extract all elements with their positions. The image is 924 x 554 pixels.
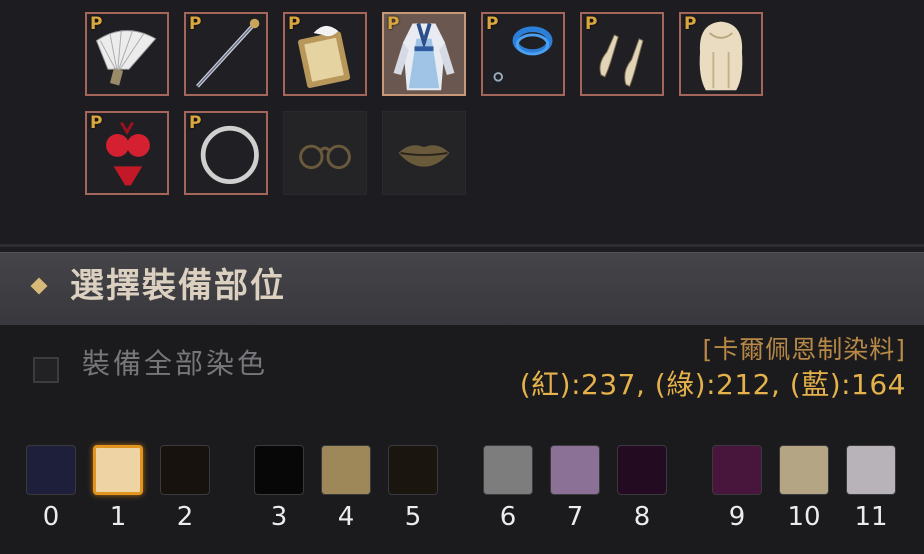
swatch-number: 1 [109, 502, 127, 532]
equipment-slot-bikini[interactable]: P [85, 111, 169, 195]
dye-name: [卡爾佩恩制染料] [702, 335, 906, 364]
swatch-number: 10 [787, 502, 821, 532]
equipment-slot-bracelet[interactable]: P [481, 12, 565, 96]
p-badge: P [90, 113, 103, 133]
dye-rgb-values: (紅):237, (綠):212, (藍):164 [519, 368, 906, 401]
p-badge: P [189, 113, 202, 133]
color-swatch-10[interactable] [779, 445, 829, 495]
p-badge: P [90, 14, 103, 34]
swatch-number: 6 [499, 502, 517, 532]
swatch-number: 3 [270, 502, 288, 532]
swatch-number: 5 [404, 502, 422, 532]
swatch-number: 2 [176, 502, 194, 532]
swatch-number: 8 [633, 502, 651, 532]
equipment-slot-lips[interactable] [382, 111, 466, 195]
p-badge: P [585, 14, 598, 34]
dye-all-label: 裝備全部染色 [82, 347, 269, 380]
color-swatch-7[interactable] [550, 445, 600, 495]
swatch-number: 9 [728, 502, 746, 532]
equipment-slot-staff[interactable]: P [184, 12, 268, 96]
swatch-number: 11 [854, 502, 888, 532]
swatch-number: 7 [566, 502, 584, 532]
equipment-slot-fan[interactable]: P [85, 12, 169, 96]
lips-icon [398, 145, 450, 167]
p-badge: P [189, 14, 202, 34]
glasses-icon [299, 144, 351, 170]
equipment-slot-costume[interactable]: P [382, 12, 466, 96]
swatch-number: 4 [337, 502, 355, 532]
color-swatch-6[interactable] [483, 445, 533, 495]
color-swatch-9[interactable] [712, 445, 762, 495]
p-badge: P [486, 14, 499, 34]
color-swatch-1[interactable] [93, 445, 143, 495]
color-swatch-0[interactable] [26, 445, 76, 495]
color-swatch-5[interactable] [388, 445, 438, 495]
equipment-slot-scroll-book[interactable]: P [283, 12, 367, 96]
panel-divider [0, 244, 924, 247]
section-title: 選擇裝備部位 [70, 266, 286, 306]
color-swatch-4[interactable] [321, 445, 371, 495]
equipment-slot-hair[interactable]: P [679, 12, 763, 96]
swatch-number: 0 [42, 502, 60, 532]
color-swatch-11[interactable] [846, 445, 896, 495]
p-badge: P [387, 14, 400, 34]
dye-all-checkbox[interactable] [33, 357, 59, 383]
color-swatch-2[interactable] [160, 445, 210, 495]
equipment-slot-ring[interactable]: P [184, 111, 268, 195]
equipment-slot-shoes[interactable]: P [580, 12, 664, 96]
p-badge: P [288, 14, 301, 34]
equipment-slot-glasses[interactable] [283, 111, 367, 195]
color-swatch-3[interactable] [254, 445, 304, 495]
color-swatch-8[interactable] [617, 445, 667, 495]
p-badge: P [684, 14, 697, 34]
